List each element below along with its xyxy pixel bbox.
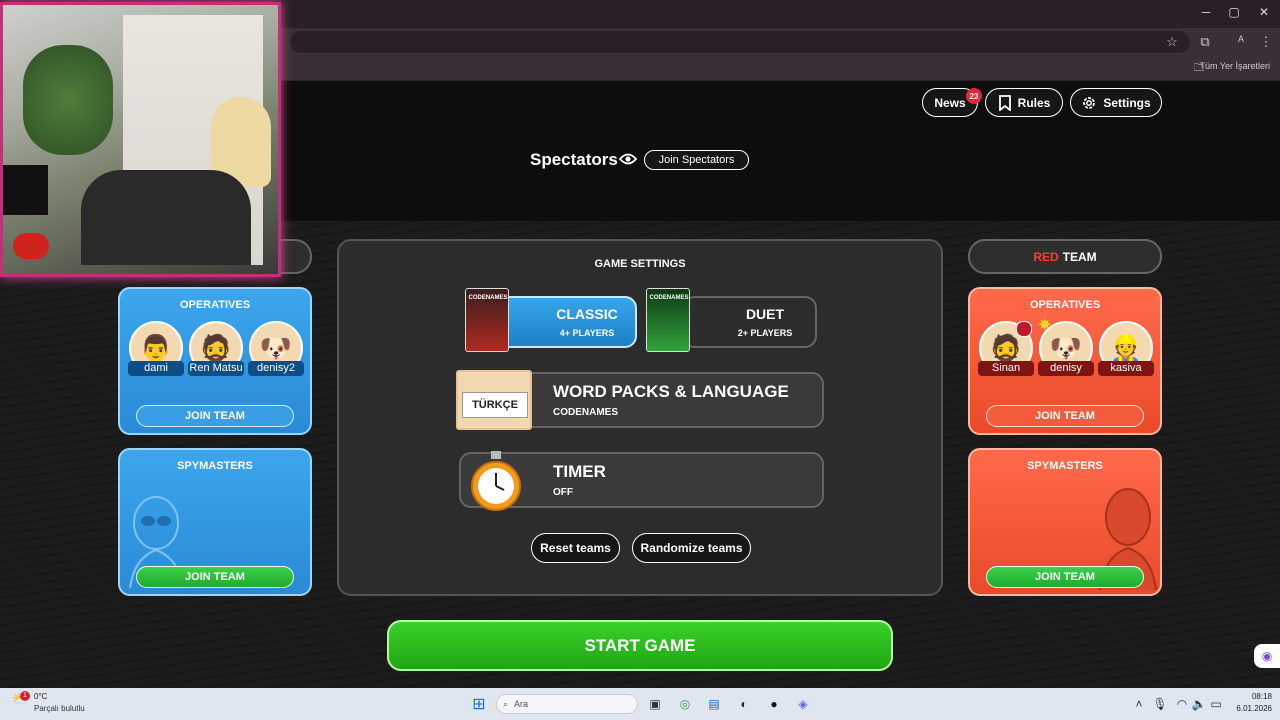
profile-avatar[interactable]: A: [1232, 34, 1250, 44]
blue-operatives-title: OPERATIVES: [179, 299, 251, 311]
language-card: TÜRKÇE: [456, 370, 532, 430]
player-name-tag: denisy2: [248, 361, 304, 376]
tray-chevron-icon[interactable]: ˄: [1130, 695, 1148, 713]
weather-badge: 1: [20, 691, 30, 701]
weather-desc[interactable]: Parçalı bulutlu: [34, 704, 85, 713]
star-icon: ✸: [1038, 317, 1052, 334]
start-game-button[interactable]: START GAME: [387, 620, 893, 671]
close-icon[interactable]: ✕: [1254, 5, 1274, 19]
blue-spymasters-panel: SPYMASTERS JOIN TEAM: [118, 448, 312, 596]
search-icon: ⌕: [503, 698, 509, 709]
classic-box-text: CODENAMES: [468, 295, 508, 301]
chrome-icon[interactable]: ◎: [676, 695, 694, 713]
mode-duet-name: DUET: [745, 306, 785, 322]
red-team-title-rest: TEAM: [1062, 249, 1097, 264]
gear-icon: [1083, 96, 1096, 109]
timer-title: TIMER: [553, 462, 606, 481]
minimize-icon[interactable]: ─: [1196, 5, 1216, 19]
randomize-teams-button[interactable]: Randomize teams: [632, 533, 751, 563]
duet-box-text: CODENAMES: [649, 295, 689, 301]
webcam-plant: [23, 45, 113, 155]
join-spectators-button[interactable]: Join Spectators: [644, 150, 749, 170]
player-name-tag: Sinan: [978, 361, 1034, 376]
discord-icon[interactable]: ◈: [794, 695, 812, 713]
windows-taskbar: [0, 688, 1280, 720]
weather-temp: 0°C: [34, 692, 48, 701]
news-label: News: [934, 95, 966, 110]
mode-classic-name: CLASSIC: [556, 306, 618, 322]
player-name-tag: Ren Matsu: [188, 361, 244, 376]
language-flag-label: TÜRKÇE: [462, 392, 528, 418]
webcam-overlay: [0, 2, 281, 277]
rules-label: Rules: [1017, 95, 1051, 110]
all-bookmarks-link[interactable]: Tüm Yer İşaretleri: [1199, 61, 1270, 71]
mode-classic-players: 4+ PLAYERS: [559, 328, 615, 338]
webcam-red-object: [13, 233, 49, 259]
windows-start-icon[interactable]: ⊞: [470, 695, 488, 713]
settings-button[interactable]: Settings: [1070, 88, 1162, 117]
join-red-operatives-button[interactable]: JOIN TEAM: [986, 405, 1144, 427]
red-spymasters-title: SPYMASTERS: [1027, 460, 1103, 472]
taskbar-search-box[interactable]: ⌕ Ara: [496, 694, 638, 714]
rules-button[interactable]: Rules: [985, 88, 1063, 117]
webcam-person-body: [81, 170, 251, 265]
word-packs-title: WORD PACKS & LANGUAGE: [553, 382, 789, 401]
extensions-icon[interactable]: ⧉: [1196, 34, 1214, 50]
mode-duet-players: 2+ PLAYERS: [737, 328, 793, 338]
obs-icon[interactable]: ●: [765, 695, 783, 713]
clock-time[interactable]: 08:18: [1226, 692, 1272, 701]
join-spectators-label: Join Spectators: [658, 154, 735, 166]
settings-label: Settings: [1103, 95, 1151, 110]
browser-menu-icon[interactable]: ⋮: [1257, 34, 1275, 50]
store-icon[interactable]: ▤: [705, 695, 723, 713]
volume-icon[interactable]: 🔈: [1190, 695, 1208, 713]
duet-box-art: CODENAMES: [646, 288, 690, 352]
mode-classic-button[interactable]: CLASSIC 4+ PLAYERS: [499, 296, 637, 348]
word-packs-value: CODENAMES: [553, 407, 619, 418]
red-team-header: RED TEAM: [968, 239, 1162, 274]
news-badge: 23: [966, 88, 982, 104]
eye-icon: [619, 153, 637, 165]
extension-widget-icon[interactable]: ◉: [1254, 644, 1280, 668]
red-operatives-panel: OPERATIVES 🧔 🐶 👷 ✸ Sinan denisy kasiva J…: [968, 287, 1162, 435]
wifi-icon[interactable]: ◠: [1173, 695, 1191, 713]
join-blue-operatives-button[interactable]: JOIN TEAM: [136, 405, 294, 427]
address-bar[interactable]: [290, 31, 1190, 53]
randomize-teams-label: Randomize teams: [640, 541, 743, 555]
disconnected-icon: [1016, 321, 1032, 337]
stopwatch-icon: [471, 451, 521, 511]
blue-spymasters-title: SPYMASTERS: [177, 460, 253, 472]
mode-duet-button[interactable]: DUET 2+ PLAYERS: [683, 296, 817, 348]
task-view-icon[interactable]: ▣: [646, 695, 664, 713]
player-name-tag: denisy: [1038, 361, 1094, 376]
red-spymasters-panel: SPYMASTERS JOIN TEAM: [968, 448, 1162, 596]
player-name-tag: dami: [128, 361, 184, 376]
red-operatives-title: OPERATIVES: [1029, 299, 1101, 311]
steam-icon[interactable]: ◐: [735, 695, 753, 713]
search-placeholder: Ara: [514, 699, 529, 709]
microphone-icon[interactable]: 🎙: [1151, 695, 1169, 713]
timer-value: OFF: [553, 487, 573, 498]
game-settings-panel: GAME SETTINGS CLASSIC 4+ PLAYERS CODENAM…: [337, 239, 943, 596]
spectators-title: Spectators: [530, 150, 618, 169]
bookmark-star-icon[interactable]: ☆: [1163, 34, 1181, 50]
webcam-monitor: [3, 165, 48, 215]
blue-operatives-panel: OPERATIVES 👨 🧔 🐶 dami Ren Matsu denisy2 …: [118, 287, 312, 435]
player-name-tag: kasiva: [1098, 361, 1154, 376]
game-settings-title: GAME SETTINGS: [594, 258, 686, 270]
red-team-title-red: RED: [1033, 249, 1059, 264]
join-blue-spymasters-button[interactable]: JOIN TEAM: [136, 566, 294, 588]
bookmark-icon: [998, 94, 1011, 111]
clock-date[interactable]: 6.01.2026: [1218, 704, 1272, 713]
maximize-icon[interactable]: ▢: [1224, 5, 1244, 19]
reset-teams-label: Reset teams: [540, 541, 611, 555]
classic-box-art: CODENAMES: [465, 288, 509, 352]
join-red-spymasters-button[interactable]: JOIN TEAM: [986, 566, 1144, 588]
reset-teams-button[interactable]: Reset teams: [531, 533, 620, 563]
